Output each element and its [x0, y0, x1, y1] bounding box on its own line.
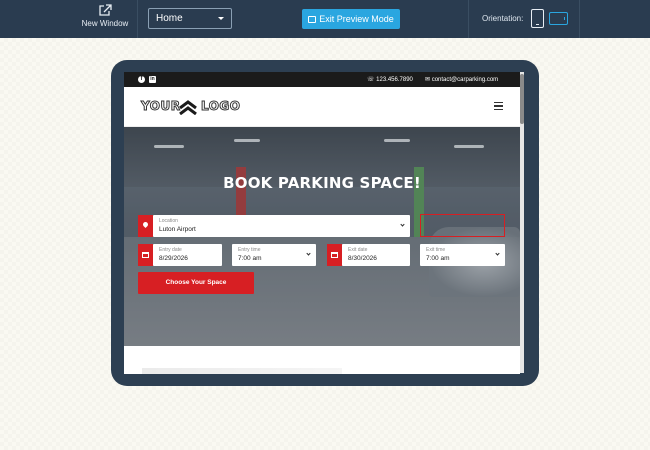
- linkedin-icon[interactable]: in: [149, 76, 156, 83]
- scrollbar-thumb[interactable]: [520, 74, 524, 124]
- logo-chevron-icon: [179, 100, 197, 115]
- exit-preview-label: Exit Preview Mode: [319, 14, 394, 24]
- preview-screen: f in ☏ 123.456.7890 ✉ contact@carparking…: [124, 72, 520, 374]
- chevron-down-icon: [495, 251, 500, 256]
- location-select[interactable]: Location Luton Airport: [153, 215, 410, 237]
- below-hero-section: [124, 346, 520, 374]
- chevron-down-icon: [400, 222, 405, 227]
- location-pin-icon: [141, 220, 150, 229]
- portrait-tablet-icon[interactable]: [531, 9, 544, 28]
- hero-section: BOOK PARKING SPACE! Location Luton Airpo…: [124, 127, 520, 346]
- external-link-icon: [99, 4, 112, 16]
- location-icon-box: [138, 215, 153, 237]
- choose-space-button[interactable]: Choose Your Space: [138, 272, 254, 294]
- logo-text-right: LOGO: [200, 99, 241, 114]
- page-select[interactable]: Home: [148, 8, 232, 29]
- email-address: contact@carparking.com: [431, 77, 499, 83]
- chevron-down-icon: [218, 17, 224, 20]
- entry-time-select[interactable]: Entry time 7:00 am: [232, 244, 316, 266]
- exit-date-value: 8/30/2026: [348, 255, 377, 262]
- entry-time-value: 7:00 am: [238, 255, 262, 262]
- entry-date-label: Entry date: [159, 247, 182, 253]
- entry-date-icon-box: [138, 244, 153, 266]
- new-window-button[interactable]: New Window: [80, 4, 130, 34]
- logo-text-left: YOUR: [140, 99, 181, 114]
- facebook-icon[interactable]: f: [138, 76, 145, 83]
- hero-title: BOOK PARKING SPACE!: [223, 174, 421, 192]
- chevron-down-icon: [306, 251, 311, 256]
- hamburger-icon[interactable]: [494, 102, 503, 110]
- toolbar-divider: [137, 0, 138, 38]
- calendar-icon: [142, 252, 149, 258]
- exit-date-field[interactable]: Exit date 8/30/2026: [342, 244, 410, 266]
- empty-form-slot: [420, 214, 505, 237]
- preview-toolbar: New Window Home Exit Preview Mode Orient…: [0, 0, 650, 38]
- exit-date-icon-box: [327, 244, 342, 266]
- tablet-frame: f in ☏ 123.456.7890 ✉ contact@carparking…: [111, 60, 539, 386]
- phone-number: 123.456.7890: [376, 77, 413, 83]
- mail-icon: ✉: [425, 77, 432, 83]
- toolbar-divider: [579, 0, 580, 38]
- entry-date-value: 8/29/2026: [159, 255, 188, 262]
- orientation-label: Orientation:: [482, 14, 524, 23]
- exit-time-select[interactable]: Exit time 7:00 am: [420, 244, 505, 266]
- exit-preview-button[interactable]: Exit Preview Mode: [302, 9, 400, 29]
- location-label: Location: [159, 218, 178, 224]
- exit-icon: [308, 16, 317, 23]
- calendar-icon: [331, 252, 338, 258]
- page-select-value: Home: [156, 13, 183, 24]
- toolbar-divider: [468, 0, 469, 38]
- phone-icon: ☏: [367, 77, 377, 83]
- site-topbar: f in ☏ 123.456.7890 ✉ contact@carparking…: [124, 72, 520, 87]
- exit-date-label: Exit date: [348, 247, 368, 253]
- faded-section-heading: [142, 368, 342, 374]
- entry-time-label: Entry time: [238, 247, 261, 253]
- landscape-tablet-icon[interactable]: [549, 12, 568, 25]
- entry-date-field[interactable]: Entry date 8/29/2026: [153, 244, 222, 266]
- email-contact[interactable]: ✉ contact@carparking.com: [425, 76, 498, 83]
- exit-time-value: 7:00 am: [426, 255, 450, 262]
- phone-contact[interactable]: ☏ 123.456.7890: [367, 76, 413, 83]
- preview-scrollbar[interactable]: [520, 72, 524, 373]
- exit-time-label: Exit time: [426, 247, 446, 253]
- site-header: YOUR LOGO: [124, 87, 520, 127]
- location-value: Luton Airport: [159, 226, 196, 233]
- new-window-label: New Window: [81, 19, 129, 28]
